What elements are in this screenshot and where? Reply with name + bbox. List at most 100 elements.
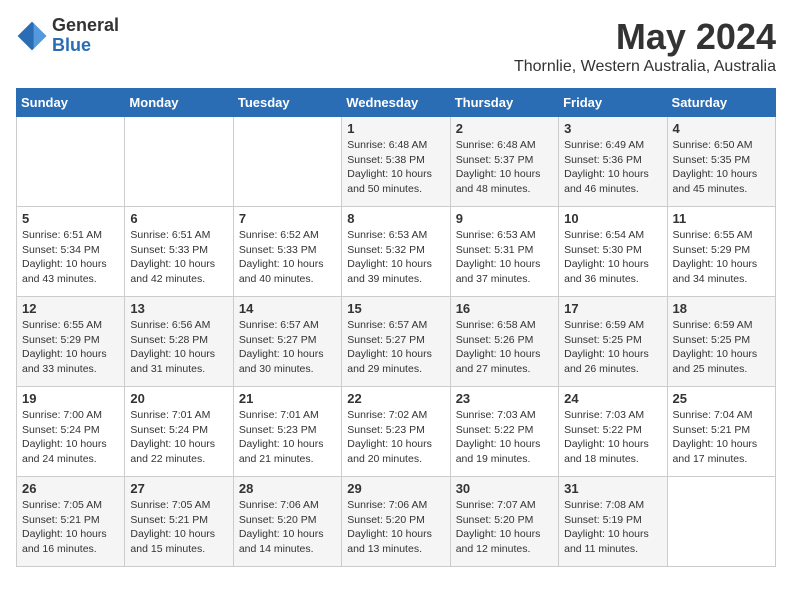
calendar-day-cell: 28 Sunrise: 7:06 AM Sunset: 5:20 PM Dayli…	[233, 477, 341, 567]
calendar-day-cell: 2 Sunrise: 6:48 AM Sunset: 5:37 PM Daylig…	[450, 117, 558, 207]
day-number: 16	[456, 301, 553, 316]
day-info: Sunrise: 6:49 AM Sunset: 5:36 PM Dayligh…	[564, 138, 661, 197]
day-info: Sunrise: 6:53 AM Sunset: 5:32 PM Dayligh…	[347, 228, 444, 287]
day-info: Sunrise: 6:57 AM Sunset: 5:27 PM Dayligh…	[347, 318, 444, 377]
day-number: 8	[347, 211, 444, 226]
day-info: Sunrise: 7:03 AM Sunset: 5:22 PM Dayligh…	[564, 408, 661, 467]
day-info: Sunrise: 6:55 AM Sunset: 5:29 PM Dayligh…	[673, 228, 770, 287]
logo-text: General Blue	[52, 16, 119, 56]
logo-general-text: General	[52, 16, 119, 36]
calendar-day-cell: 9 Sunrise: 6:53 AM Sunset: 5:31 PM Daylig…	[450, 207, 558, 297]
day-info: Sunrise: 7:08 AM Sunset: 5:19 PM Dayligh…	[564, 498, 661, 557]
weekday-header: Saturday	[667, 89, 775, 117]
weekday-header: Thursday	[450, 89, 558, 117]
day-info: Sunrise: 6:59 AM Sunset: 5:25 PM Dayligh…	[564, 318, 661, 377]
logo: General Blue	[16, 16, 119, 56]
day-info: Sunrise: 6:48 AM Sunset: 5:37 PM Dayligh…	[456, 138, 553, 197]
day-number: 25	[673, 391, 770, 406]
calendar-day-cell: 24 Sunrise: 7:03 AM Sunset: 5:22 PM Dayli…	[559, 387, 667, 477]
calendar-day-cell	[233, 117, 341, 207]
calendar-day-cell: 4Sunrise: 6:50 AM Sunset: 5:35 PM Daylig…	[667, 117, 775, 207]
day-number: 13	[130, 301, 227, 316]
title-block: May 2024 Thornlie, Western Australia, Au…	[514, 16, 776, 76]
calendar-day-cell: 14 Sunrise: 6:57 AM Sunset: 5:27 PM Dayli…	[233, 297, 341, 387]
day-number: 22	[347, 391, 444, 406]
location-title: Thornlie, Western Australia, Australia	[514, 58, 776, 76]
calendar-day-cell: 1 Sunrise: 6:48 AM Sunset: 5:38 PM Daylig…	[342, 117, 450, 207]
calendar-week-row: 5 Sunrise: 6:51 AM Sunset: 5:34 PM Daylig…	[17, 207, 776, 297]
day-info: Sunrise: 7:03 AM Sunset: 5:22 PM Dayligh…	[456, 408, 553, 467]
day-info: Sunrise: 6:55 AM Sunset: 5:29 PM Dayligh…	[22, 318, 119, 377]
calendar-day-cell: 18 Sunrise: 6:59 AM Sunset: 5:25 PM Dayli…	[667, 297, 775, 387]
calendar-day-cell	[17, 117, 125, 207]
day-info: Sunrise: 7:04 AM Sunset: 5:21 PM Dayligh…	[673, 408, 770, 467]
day-number: 14	[239, 301, 336, 316]
calendar-day-cell: 23 Sunrise: 7:03 AM Sunset: 5:22 PM Dayli…	[450, 387, 558, 477]
day-info: Sunrise: 7:05 AM Sunset: 5:21 PM Dayligh…	[22, 498, 119, 557]
day-info: Sunrise: 7:01 AM Sunset: 5:23 PM Dayligh…	[239, 408, 336, 467]
day-info: Sunrise: 6:58 AM Sunset: 5:26 PM Dayligh…	[456, 318, 553, 377]
day-number: 5	[22, 211, 119, 226]
day-number: 9	[456, 211, 553, 226]
calendar-week-row: 19Sunrise: 7:00 AM Sunset: 5:24 PM Dayli…	[17, 387, 776, 477]
calendar-day-cell	[667, 477, 775, 567]
day-number: 30	[456, 481, 553, 496]
calendar-day-cell: 5 Sunrise: 6:51 AM Sunset: 5:34 PM Daylig…	[17, 207, 125, 297]
day-number: 15	[347, 301, 444, 316]
day-info: Sunrise: 7:01 AM Sunset: 5:24 PM Dayligh…	[130, 408, 227, 467]
calendar-day-cell: 31Sunrise: 7:08 AM Sunset: 5:19 PM Dayli…	[559, 477, 667, 567]
calendar-day-cell: 15 Sunrise: 6:57 AM Sunset: 5:27 PM Dayli…	[342, 297, 450, 387]
day-number: 23	[456, 391, 553, 406]
day-number: 29	[347, 481, 444, 496]
calendar-day-cell: 17 Sunrise: 6:59 AM Sunset: 5:25 PM Dayli…	[559, 297, 667, 387]
day-number: 28	[239, 481, 336, 496]
day-number: 3	[564, 121, 661, 136]
day-info: Sunrise: 6:50 AM Sunset: 5:35 PM Dayligh…	[673, 138, 770, 197]
weekday-header: Wednesday	[342, 89, 450, 117]
day-info: Sunrise: 7:06 AM Sunset: 5:20 PM Dayligh…	[347, 498, 444, 557]
calendar-day-cell: 16 Sunrise: 6:58 AM Sunset: 5:26 PM Dayli…	[450, 297, 558, 387]
day-info: Sunrise: 6:57 AM Sunset: 5:27 PM Dayligh…	[239, 318, 336, 377]
day-info: Sunrise: 6:56 AM Sunset: 5:28 PM Dayligh…	[130, 318, 227, 377]
day-info: Sunrise: 6:54 AM Sunset: 5:30 PM Dayligh…	[564, 228, 661, 287]
day-info: Sunrise: 7:02 AM Sunset: 5:23 PM Dayligh…	[347, 408, 444, 467]
calendar-day-cell: 27Sunrise: 7:05 AM Sunset: 5:21 PM Dayli…	[125, 477, 233, 567]
calendar-day-cell: 22 Sunrise: 7:02 AM Sunset: 5:23 PM Dayli…	[342, 387, 450, 477]
day-number: 11	[673, 211, 770, 226]
calendar-table: SundayMondayTuesdayWednesdayThursdayFrid…	[16, 88, 776, 567]
calendar-day-cell: 19Sunrise: 7:00 AM Sunset: 5:24 PM Dayli…	[17, 387, 125, 477]
calendar-day-cell: 20Sunrise: 7:01 AM Sunset: 5:24 PM Dayli…	[125, 387, 233, 477]
weekday-header: Friday	[559, 89, 667, 117]
calendar-day-cell: 12 Sunrise: 6:55 AM Sunset: 5:29 PM Dayli…	[17, 297, 125, 387]
weekday-header-row: SundayMondayTuesdayWednesdayThursdayFrid…	[17, 89, 776, 117]
logo-blue-text: Blue	[52, 36, 119, 56]
day-info: Sunrise: 6:52 AM Sunset: 5:33 PM Dayligh…	[239, 228, 336, 287]
day-number: 2	[456, 121, 553, 136]
day-info: Sunrise: 6:51 AM Sunset: 5:34 PM Dayligh…	[22, 228, 119, 287]
calendar-day-cell: 7Sunrise: 6:52 AM Sunset: 5:33 PM Daylig…	[233, 207, 341, 297]
day-number: 1	[347, 121, 444, 136]
calendar-day-cell: 25 Sunrise: 7:04 AM Sunset: 5:21 PM Dayli…	[667, 387, 775, 477]
calendar-day-cell: 30Sunrise: 7:07 AM Sunset: 5:20 PM Dayli…	[450, 477, 558, 567]
calendar-week-row: 26Sunrise: 7:05 AM Sunset: 5:21 PM Dayli…	[17, 477, 776, 567]
day-number: 10	[564, 211, 661, 226]
day-info: Sunrise: 6:59 AM Sunset: 5:25 PM Dayligh…	[673, 318, 770, 377]
day-info: Sunrise: 6:48 AM Sunset: 5:38 PM Dayligh…	[347, 138, 444, 197]
header: General Blue May 2024 Thornlie, Western …	[16, 16, 776, 76]
calendar-day-cell: 3 Sunrise: 6:49 AM Sunset: 5:36 PM Daylig…	[559, 117, 667, 207]
day-number: 19	[22, 391, 119, 406]
day-info: Sunrise: 7:06 AM Sunset: 5:20 PM Dayligh…	[239, 498, 336, 557]
day-number: 17	[564, 301, 661, 316]
calendar-day-cell: 8 Sunrise: 6:53 AM Sunset: 5:32 PM Daylig…	[342, 207, 450, 297]
day-number: 12	[22, 301, 119, 316]
calendar-day-cell: 6Sunrise: 6:51 AM Sunset: 5:33 PM Daylig…	[125, 207, 233, 297]
day-number: 24	[564, 391, 661, 406]
day-number: 21	[239, 391, 336, 406]
month-title: May 2024	[514, 16, 776, 58]
day-number: 18	[673, 301, 770, 316]
day-info: Sunrise: 6:51 AM Sunset: 5:33 PM Dayligh…	[130, 228, 227, 287]
weekday-header: Monday	[125, 89, 233, 117]
calendar-week-row: 12 Sunrise: 6:55 AM Sunset: 5:29 PM Dayli…	[17, 297, 776, 387]
calendar-day-cell: 26Sunrise: 7:05 AM Sunset: 5:21 PM Dayli…	[17, 477, 125, 567]
day-info: Sunrise: 6:53 AM Sunset: 5:31 PM Dayligh…	[456, 228, 553, 287]
